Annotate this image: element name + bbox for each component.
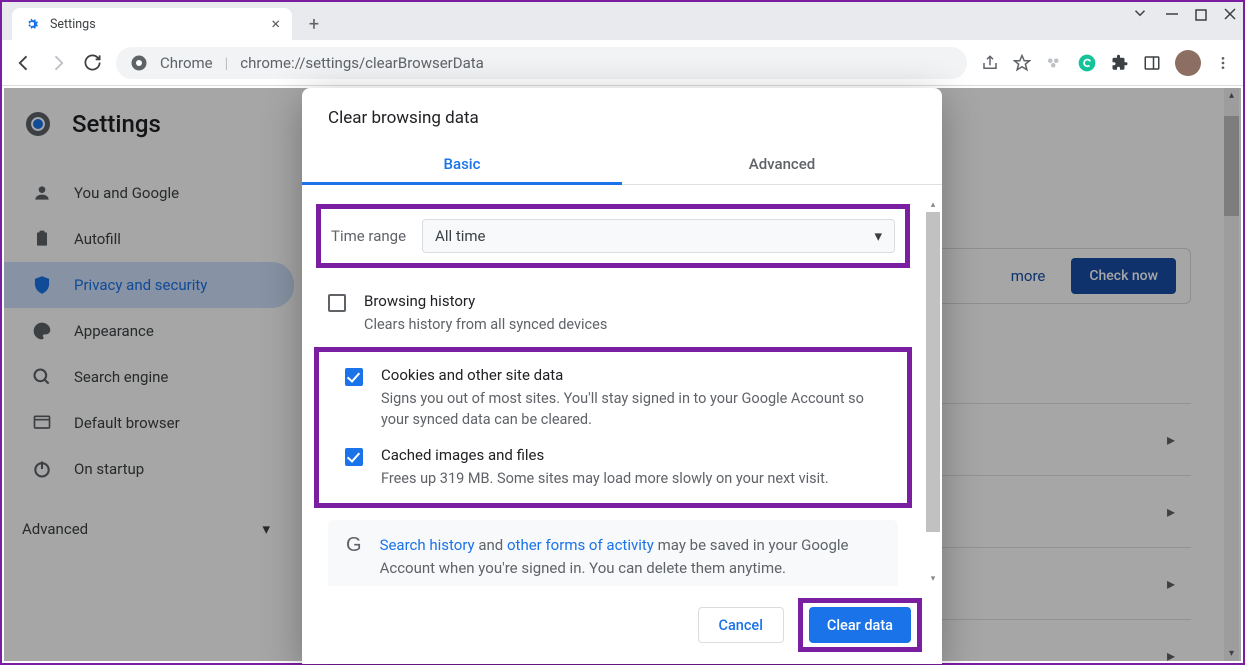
extension-icon-1[interactable] <box>1045 54 1063 72</box>
menu-dots-icon[interactable] <box>1215 55 1231 71</box>
clear-data-highlight: Clear data <box>798 598 922 652</box>
option-browsing-history[interactable]: Browsing history Clears history from all… <box>302 284 924 343</box>
tab-basic[interactable]: Basic <box>302 144 622 184</box>
google-account-hint: G Search history and other forms of acti… <box>328 520 898 595</box>
option-desc: Frees up 319 MB. Some sites may load mor… <box>381 468 829 489</box>
chrome-icon <box>130 54 148 72</box>
tab-close-icon[interactable]: × <box>271 16 280 32</box>
extensions-puzzle-icon[interactable] <box>1111 54 1129 72</box>
browser-titlebar: Settings × + <box>2 2 1243 40</box>
checkbox-cookies[interactable] <box>345 368 363 386</box>
checkbox-cache[interactable] <box>345 448 363 466</box>
time-range-highlight: Time range All time ▾ <box>316 204 910 268</box>
chevron-down-icon[interactable] <box>1131 4 1149 26</box>
clear-data-button[interactable]: Clear data <box>809 607 911 643</box>
option-title: Cached images and files <box>381 446 829 464</box>
option-desc: Signs you out of most sites. You'll stay… <box>381 388 881 430</box>
grammarly-icon[interactable] <box>1077 53 1097 73</box>
other-activity-link[interactable]: other forms of activity <box>507 536 654 554</box>
bookmark-star-icon[interactable] <box>1013 54 1031 72</box>
option-cookies[interactable]: Cookies and other site data Signs you ou… <box>319 358 907 438</box>
option-desc: Clears history from all synced devices <box>364 314 607 335</box>
browser-tab[interactable]: Settings × <box>12 8 292 40</box>
dialog-actions: Cancel Clear data <box>302 586 942 664</box>
options-highlight: Cookies and other site data Signs you ou… <box>314 347 912 508</box>
forward-button[interactable] <box>48 53 68 73</box>
browser-toolbar: Chrome | chrome://settings/clearBrowserD… <box>2 40 1243 86</box>
maximize-icon[interactable] <box>1195 6 1207 25</box>
dialog-tabs: Basic Advanced <box>302 144 942 185</box>
omnibox-path: chrome://settings/clearBrowserData <box>240 54 484 72</box>
profile-avatar[interactable] <box>1175 50 1201 76</box>
hint-text: Search history and other forms of activi… <box>380 534 880 581</box>
search-history-link[interactable]: Search history <box>380 536 475 554</box>
time-range-value: All time <box>435 227 485 245</box>
dropdown-arrow-icon: ▾ <box>874 227 882 245</box>
option-cache[interactable]: Cached images and files Frees up 319 MB.… <box>319 438 907 497</box>
checkbox-browsing-history[interactable] <box>328 294 346 312</box>
tab-advanced[interactable]: Advanced <box>622 144 942 184</box>
window-controls <box>1131 4 1237 26</box>
gear-icon <box>24 16 40 32</box>
dialog-title: Clear browsing data <box>302 88 942 144</box>
cancel-button[interactable]: Cancel <box>698 607 784 643</box>
close-window-icon[interactable] <box>1223 6 1237 25</box>
option-title: Browsing history <box>364 292 607 310</box>
address-bar[interactable]: Chrome | chrome://settings/clearBrowserD… <box>116 47 967 79</box>
reload-button[interactable] <box>82 53 102 73</box>
time-range-select[interactable]: All time ▾ <box>422 219 895 253</box>
omnibox-origin: Chrome <box>160 54 213 72</box>
clear-browsing-data-dialog: Clear browsing data Basic Advanced Time … <box>302 88 942 664</box>
sidepanel-icon[interactable] <box>1143 54 1161 72</box>
dialog-scrollbar[interactable]: ▴▾ <box>924 198 942 586</box>
share-icon[interactable] <box>981 54 999 72</box>
time-range-label: Time range <box>331 227 406 245</box>
back-button[interactable] <box>14 53 34 73</box>
option-title: Cookies and other site data <box>381 366 881 384</box>
minimize-icon[interactable] <box>1165 6 1179 25</box>
google-g-icon: G <box>346 534 362 581</box>
new-tab-button[interactable]: + <box>300 10 328 38</box>
tab-title: Settings <box>50 17 96 32</box>
